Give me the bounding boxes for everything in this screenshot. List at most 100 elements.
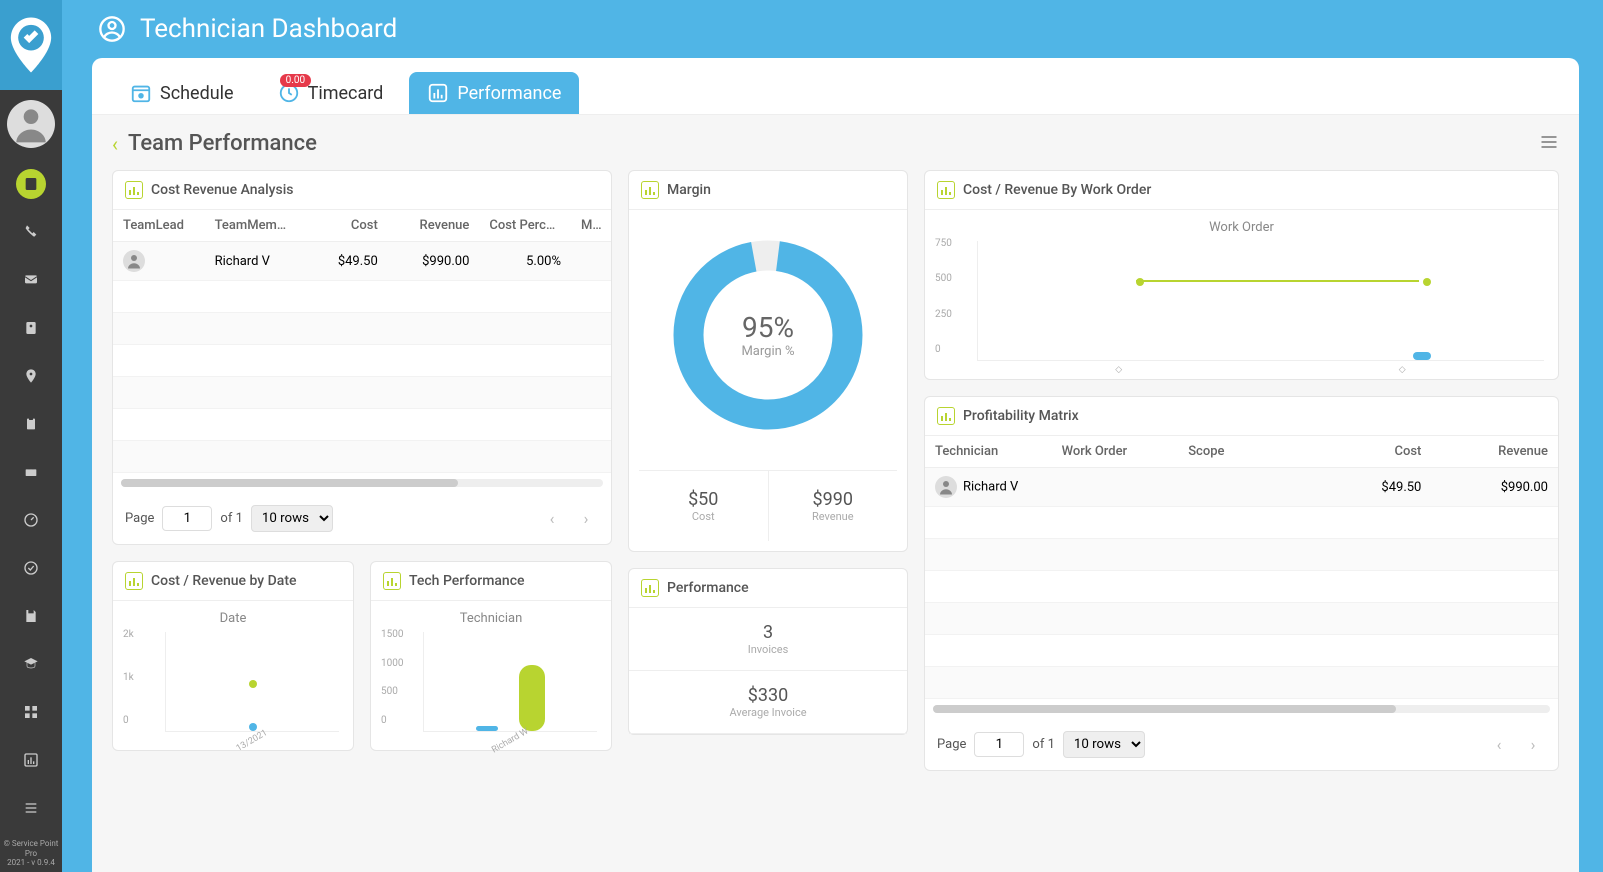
margin-revenue-value: $990 (773, 489, 894, 510)
bar-chart-icon (427, 82, 449, 104)
cell-wo (1052, 479, 1179, 495)
card-title: Profitability Matrix (963, 408, 1079, 424)
th-wo[interactable]: Work Order (1052, 436, 1179, 467)
chart-icon (641, 181, 659, 199)
chart-icon (641, 579, 659, 597)
th-cost[interactable]: Cost (296, 210, 388, 241)
margin-percent: 95% (741, 311, 794, 344)
nav-toolbox-icon[interactable] (16, 457, 46, 487)
nav-phone-icon[interactable] (16, 217, 46, 247)
table-row (925, 571, 1558, 603)
th-technician[interactable]: Technician (925, 436, 1052, 467)
nav-location-icon[interactable] (16, 361, 46, 391)
table-row (113, 377, 611, 409)
nav-education-icon[interactable] (16, 649, 46, 679)
card-title: Cost / Revenue By Work Order (963, 182, 1151, 198)
card-title: Cost / Revenue by Date (151, 573, 296, 589)
data-point (1423, 278, 1431, 286)
margin-label: Margin % (741, 344, 794, 359)
table-row (113, 441, 611, 473)
tab-timecard[interactable]: 0.00 Timecard (260, 72, 402, 114)
pager-prev-icon[interactable]: ‹ (539, 509, 565, 528)
horizontal-scrollbar[interactable] (121, 479, 603, 487)
pager-rows-select[interactable]: 10 rows (251, 505, 333, 532)
chart-icon (937, 181, 955, 199)
table-row[interactable]: Richard V $49.50 $990.00 5.00% (113, 242, 611, 281)
table-row (925, 507, 1558, 539)
invoices-value: 3 (643, 622, 893, 643)
nav-clipboard-icon[interactable] (16, 409, 46, 439)
tab-timecard-label: Timecard (308, 83, 384, 104)
pager: Page of 1 10 rows ‹ › (925, 719, 1558, 770)
card-profitability: Profitability Matrix Technician Work Ord… (924, 396, 1559, 771)
bar (1413, 352, 1431, 360)
table-row[interactable]: Richard V $49.50 $990.00 (925, 468, 1558, 507)
tab-performance[interactable]: Performance (409, 72, 579, 114)
th-revenue[interactable]: Revenue (1431, 436, 1558, 467)
horizontal-scrollbar[interactable] (933, 705, 1550, 713)
pager-rows-select[interactable]: 10 rows (1063, 731, 1145, 758)
pager-page-input[interactable] (974, 732, 1024, 757)
th-revenue[interactable]: Revenue (388, 210, 480, 241)
pager-page-input[interactable] (162, 506, 212, 531)
th-teammember[interactable]: TeamMember (205, 210, 297, 241)
tab-performance-label: Performance (457, 83, 561, 104)
card-title: Tech Performance (409, 573, 525, 589)
pager-next-icon[interactable]: › (573, 509, 599, 528)
card-performance: Performance 3Invoices $330Average Invoic… (628, 568, 908, 735)
th-mar[interactable]: Mar (571, 210, 611, 241)
card-tech-performance: Tech Performance Technician 150010005000… (370, 561, 612, 751)
data-point (1136, 278, 1144, 286)
th-teamlead[interactable]: TeamLead (113, 210, 205, 241)
nav-technician-icon[interactable] (16, 169, 46, 199)
margin-revenue-label: Revenue (773, 510, 894, 523)
menu-icon[interactable] (1539, 132, 1559, 156)
page-title: Technician Dashboard (140, 14, 397, 44)
tab-schedule-label: Schedule (160, 83, 234, 104)
data-point (249, 723, 257, 731)
th-cost[interactable]: Cost (1305, 436, 1432, 467)
card-margin: Margin 95% Margin % (628, 170, 908, 552)
margin-cost-value: $50 (643, 489, 764, 510)
chart-icon (383, 572, 401, 590)
bar (476, 726, 498, 731)
nav-check-icon[interactable] (16, 553, 46, 583)
nav-gauge-icon[interactable] (16, 505, 46, 535)
cell-revenue: $990.00 (388, 246, 480, 277)
table-row (113, 281, 611, 313)
th-costpercent[interactable]: Cost Percent (479, 210, 571, 241)
nav-save-icon[interactable] (16, 601, 46, 631)
table-row (925, 667, 1558, 699)
pager-prev-icon[interactable]: ‹ (1486, 735, 1512, 754)
nav-contact-icon[interactable] (16, 313, 46, 343)
table-row (925, 603, 1558, 635)
card-cost-revenue-wo: Cost / Revenue By Work Order Work Order … (924, 170, 1559, 380)
avg-invoice-value: $330 (643, 685, 893, 706)
avatar-icon (935, 476, 957, 498)
bar (519, 665, 545, 731)
card-title: Cost Revenue Analysis (151, 182, 293, 198)
table-row (925, 539, 1558, 571)
y-axis: 2k1k0 (123, 629, 134, 726)
nav-grid-icon[interactable] (16, 697, 46, 727)
pager-of-label: of 1 (220, 511, 242, 526)
pager-next-icon[interactable]: › (1520, 735, 1546, 754)
card-title: Performance (667, 580, 749, 596)
user-avatar[interactable] (7, 100, 55, 148)
nav-message-icon[interactable] (16, 265, 46, 295)
app-footer: © Service Point Pro 2021 - v 0.9.4 (0, 835, 62, 872)
card-cost-revenue-date: Cost / Revenue by Date Date 2k1k0 13/202… (112, 561, 354, 751)
x-axis: 13/2021 (165, 736, 339, 746)
avatar-icon (123, 250, 145, 272)
nav-list-icon[interactable] (16, 793, 46, 823)
th-scope[interactable]: Scope (1178, 436, 1305, 467)
profitability-table: Technician Work Order Scope Cost Revenue… (925, 436, 1558, 699)
table-row (113, 409, 611, 441)
nav-chart-icon[interactable] (16, 745, 46, 775)
back-chevron-icon[interactable]: ‹ (112, 132, 118, 156)
plot-area (423, 632, 597, 732)
margin-cost-label: Cost (643, 510, 764, 523)
cell-cost: $49.50 (296, 246, 388, 277)
cell-teammember: Richard V (205, 246, 297, 277)
tab-schedule[interactable]: Schedule (112, 72, 252, 114)
